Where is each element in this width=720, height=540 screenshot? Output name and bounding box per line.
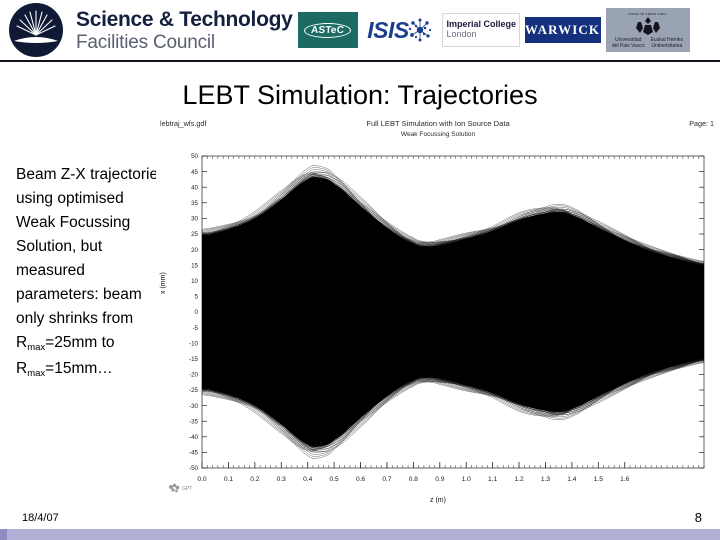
svg-text:30: 30 xyxy=(191,216,198,223)
svg-text:-15: -15 xyxy=(189,356,199,363)
upv-ehu-name-es: Universidad del Pais Vasco xyxy=(611,36,645,49)
svg-text:0.8: 0.8 xyxy=(409,476,418,483)
stfc-wordmark: Science & Technology Facilities Council xyxy=(76,9,293,52)
svg-text:15: 15 xyxy=(191,262,198,269)
slide-body-text: Beam Z-X trajectories using optimised We… xyxy=(16,163,166,383)
svg-text:20: 20 xyxy=(191,247,198,254)
astec-logo: ASTeC xyxy=(297,12,358,48)
svg-text:45: 45 xyxy=(191,169,198,176)
body-text-part-3: =15mm… xyxy=(45,360,113,377)
svg-text:-45: -45 xyxy=(189,450,199,457)
svg-text:-50: -50 xyxy=(189,465,199,472)
footer-bar-tab xyxy=(0,529,7,540)
svg-text:5: 5 xyxy=(195,294,199,301)
trajectory-plot-svg: -50-45-40-35-30-25-20-15-10-505101520253… xyxy=(189,153,705,483)
svg-text:0.1: 0.1 xyxy=(224,476,233,483)
svg-text:-40: -40 xyxy=(189,434,199,441)
stfc-sunburst-icon xyxy=(2,0,70,60)
upv-ehu-name-eu: Euskal Herriko Unibertsitatea xyxy=(650,36,684,49)
svg-text:-10: -10 xyxy=(189,340,199,347)
body-text-part-1: Beam Z-X trajectories using optimised We… xyxy=(16,166,166,351)
svg-text:1.4: 1.4 xyxy=(567,476,576,483)
stfc-line-1: Science & Technology xyxy=(76,7,293,31)
plot-main-title: Full LEBT Simulation with Ion Source Dat… xyxy=(366,119,510,128)
footer-date: 18/4/07 xyxy=(22,512,59,524)
upv-ehu-logo: eman ta zabal zazu Universidad del Pais V… xyxy=(605,8,690,52)
svg-text:0.3: 0.3 xyxy=(277,476,286,483)
svg-text:-25: -25 xyxy=(189,387,199,394)
svg-text:10: 10 xyxy=(191,278,198,285)
plot-sub-title: Weak Focussing Solution xyxy=(400,131,476,138)
svg-text:35: 35 xyxy=(191,200,198,207)
plot-page-label: Page: 1 xyxy=(689,119,714,128)
page-title: LEBT Simulation: Trajectories xyxy=(182,80,538,110)
svg-text:0.4: 0.4 xyxy=(303,476,312,483)
svg-text:50: 50 xyxy=(191,153,198,160)
svg-text:0.2: 0.2 xyxy=(250,476,259,483)
svg-text:-35: -35 xyxy=(189,418,199,425)
svg-text:0.0: 0.0 xyxy=(197,476,206,483)
isis-molecule-icon xyxy=(408,18,431,42)
svg-text:0.6: 0.6 xyxy=(356,476,365,483)
stfc-line-2: Facilities Council xyxy=(76,31,215,53)
trajectory-plot-figure: lebtraj_wfs.gdf Full LEBT Simulation wit… xyxy=(156,118,720,506)
svg-text:1.6: 1.6 xyxy=(620,476,629,483)
svg-text:25: 25 xyxy=(191,231,198,238)
rmax-subscript-2: max xyxy=(27,368,46,379)
gpt-watermark-icon: GPT xyxy=(168,483,192,494)
rmax-subscript-1: max xyxy=(27,342,46,353)
gpt-watermark-label: GPT xyxy=(182,485,193,492)
svg-text:-30: -30 xyxy=(189,403,199,410)
footer-bar xyxy=(0,529,720,540)
imperial-logo-line-2: London xyxy=(446,29,477,39)
svg-text:40: 40 xyxy=(191,184,198,191)
svg-text:-20: -20 xyxy=(189,372,199,379)
footer-page-number: 8 xyxy=(694,510,702,525)
svg-text:0: 0 xyxy=(195,309,199,316)
svg-text:1.1: 1.1 xyxy=(488,476,497,483)
isis-logo-label: ISIS xyxy=(367,16,409,43)
svg-text:0.7: 0.7 xyxy=(382,476,391,483)
plot-header: lebtraj_wfs.gdf Full LEBT Simulation wit… xyxy=(156,118,720,148)
svg-text:1.0: 1.0 xyxy=(462,476,471,483)
svg-text:1.2: 1.2 xyxy=(514,476,523,483)
warwick-logo-label: WARWICK xyxy=(524,22,601,37)
svg-text:-5: -5 xyxy=(192,325,198,332)
isis-logo: ISIS xyxy=(362,12,437,48)
svg-text:0.5: 0.5 xyxy=(330,476,339,483)
warwick-logo: WARWICK xyxy=(524,17,601,43)
svg-text:0.9: 0.9 xyxy=(435,476,444,483)
astec-logo-label: ASTeC xyxy=(303,22,352,38)
header-banner: Science & Technology Facilities Council … xyxy=(0,0,720,62)
imperial-college-logo: Imperial College London xyxy=(441,13,520,47)
plot-canvas: x (mm) z (m) -50 -45 -40 -35 -30 -25 -20 -15 -10… xyxy=(156,146,720,506)
svg-text:1.5: 1.5 xyxy=(594,476,603,483)
svg-text:1.3: 1.3 xyxy=(541,476,550,483)
upv-ehu-crest-icon xyxy=(635,16,660,35)
